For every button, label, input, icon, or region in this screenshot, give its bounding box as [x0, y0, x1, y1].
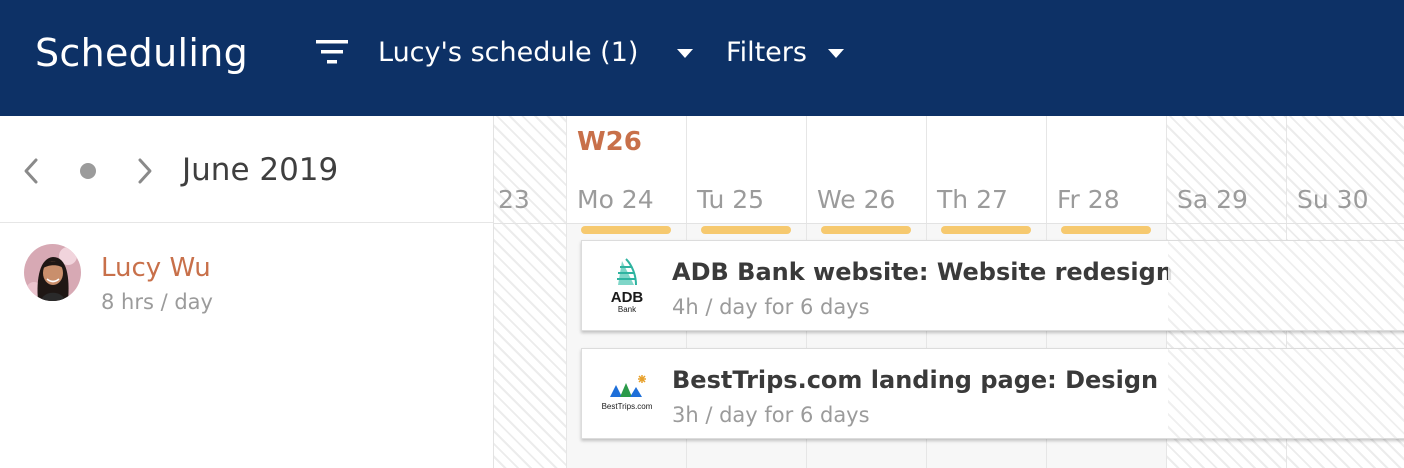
day-label: Sa 29 [1177, 185, 1248, 214]
capacity-bar [1061, 226, 1151, 234]
day-label: Mo 24 [577, 185, 654, 214]
week-number-label: W26 [577, 127, 642, 157]
today-dot-icon[interactable] [80, 163, 96, 179]
calendar-header-divider [494, 223, 1404, 224]
adb-logo-text: ADB [611, 289, 644, 306]
app-title: Scheduling [35, 31, 249, 75]
chevron-left-icon[interactable] [20, 156, 42, 186]
month-navigation: June 2019 [0, 116, 493, 223]
task-duration: 4h / day for 6 days [672, 295, 870, 319]
besttrips-logo-text: BestTrips.com [602, 402, 653, 411]
filters-dropdown[interactable]: Filters [726, 36, 807, 70]
task-title: BestTrips.com landing page: Design [672, 366, 1159, 394]
task-card-besttrips[interactable]: BestTrips.com BestTrips.com landing page… [581, 348, 1404, 439]
capacity-bar [821, 226, 911, 234]
person-name[interactable]: Lucy Wu [101, 252, 211, 284]
day-label: Tu 25 [697, 185, 765, 214]
day-label: Th 27 [937, 185, 1008, 214]
day-label: 23 [498, 185, 530, 214]
adb-bank-logo-icon: ADB Bank [611, 258, 644, 314]
capacity-bar [581, 226, 671, 234]
capacity-bar [701, 226, 791, 234]
task-title: ADB Bank website: Website redesign [672, 258, 1173, 286]
task-duration: 3h / day for 6 days [672, 403, 870, 427]
schedule-dropdown-caret-icon[interactable] [677, 49, 693, 58]
day-label: Fr 28 [1057, 185, 1120, 214]
day-label: We 26 [817, 185, 896, 214]
task-card-adb-bank[interactable]: ADB Bank ADB Bank website: Website redes… [581, 240, 1404, 331]
person-hours: 8 hrs / day [101, 290, 213, 314]
adb-logo-subtext: Bank [618, 305, 637, 314]
capacity-bar [941, 226, 1031, 234]
day-column-23[interactable] [494, 116, 566, 468]
weekend-hatch [1168, 241, 1404, 330]
filters-dropdown-caret-icon[interactable] [828, 49, 844, 58]
app-header: Scheduling Lucy's schedule (1) Filters [0, 0, 1404, 116]
calendar-grid: W26 23 Mo 24 Tu 25 We 26 Th 27 Fr 28 Sa … [493, 116, 1404, 468]
weekend-hatch [1168, 349, 1404, 438]
avatar[interactable] [24, 244, 81, 301]
left-panel: June 2019 Lucy Wu 8 hrs / day [0, 116, 493, 468]
person-row[interactable]: Lucy Wu 8 hrs / day [0, 224, 493, 468]
besttrips-logo-icon: BestTrips.com [602, 375, 653, 411]
day-label: Su 30 [1297, 185, 1369, 214]
chevron-right-icon[interactable] [134, 156, 156, 186]
schedule-selector[interactable]: Lucy's schedule (1) [378, 36, 638, 70]
current-month-label: June 2019 [182, 152, 339, 188]
filter-list-icon[interactable] [316, 40, 348, 64]
